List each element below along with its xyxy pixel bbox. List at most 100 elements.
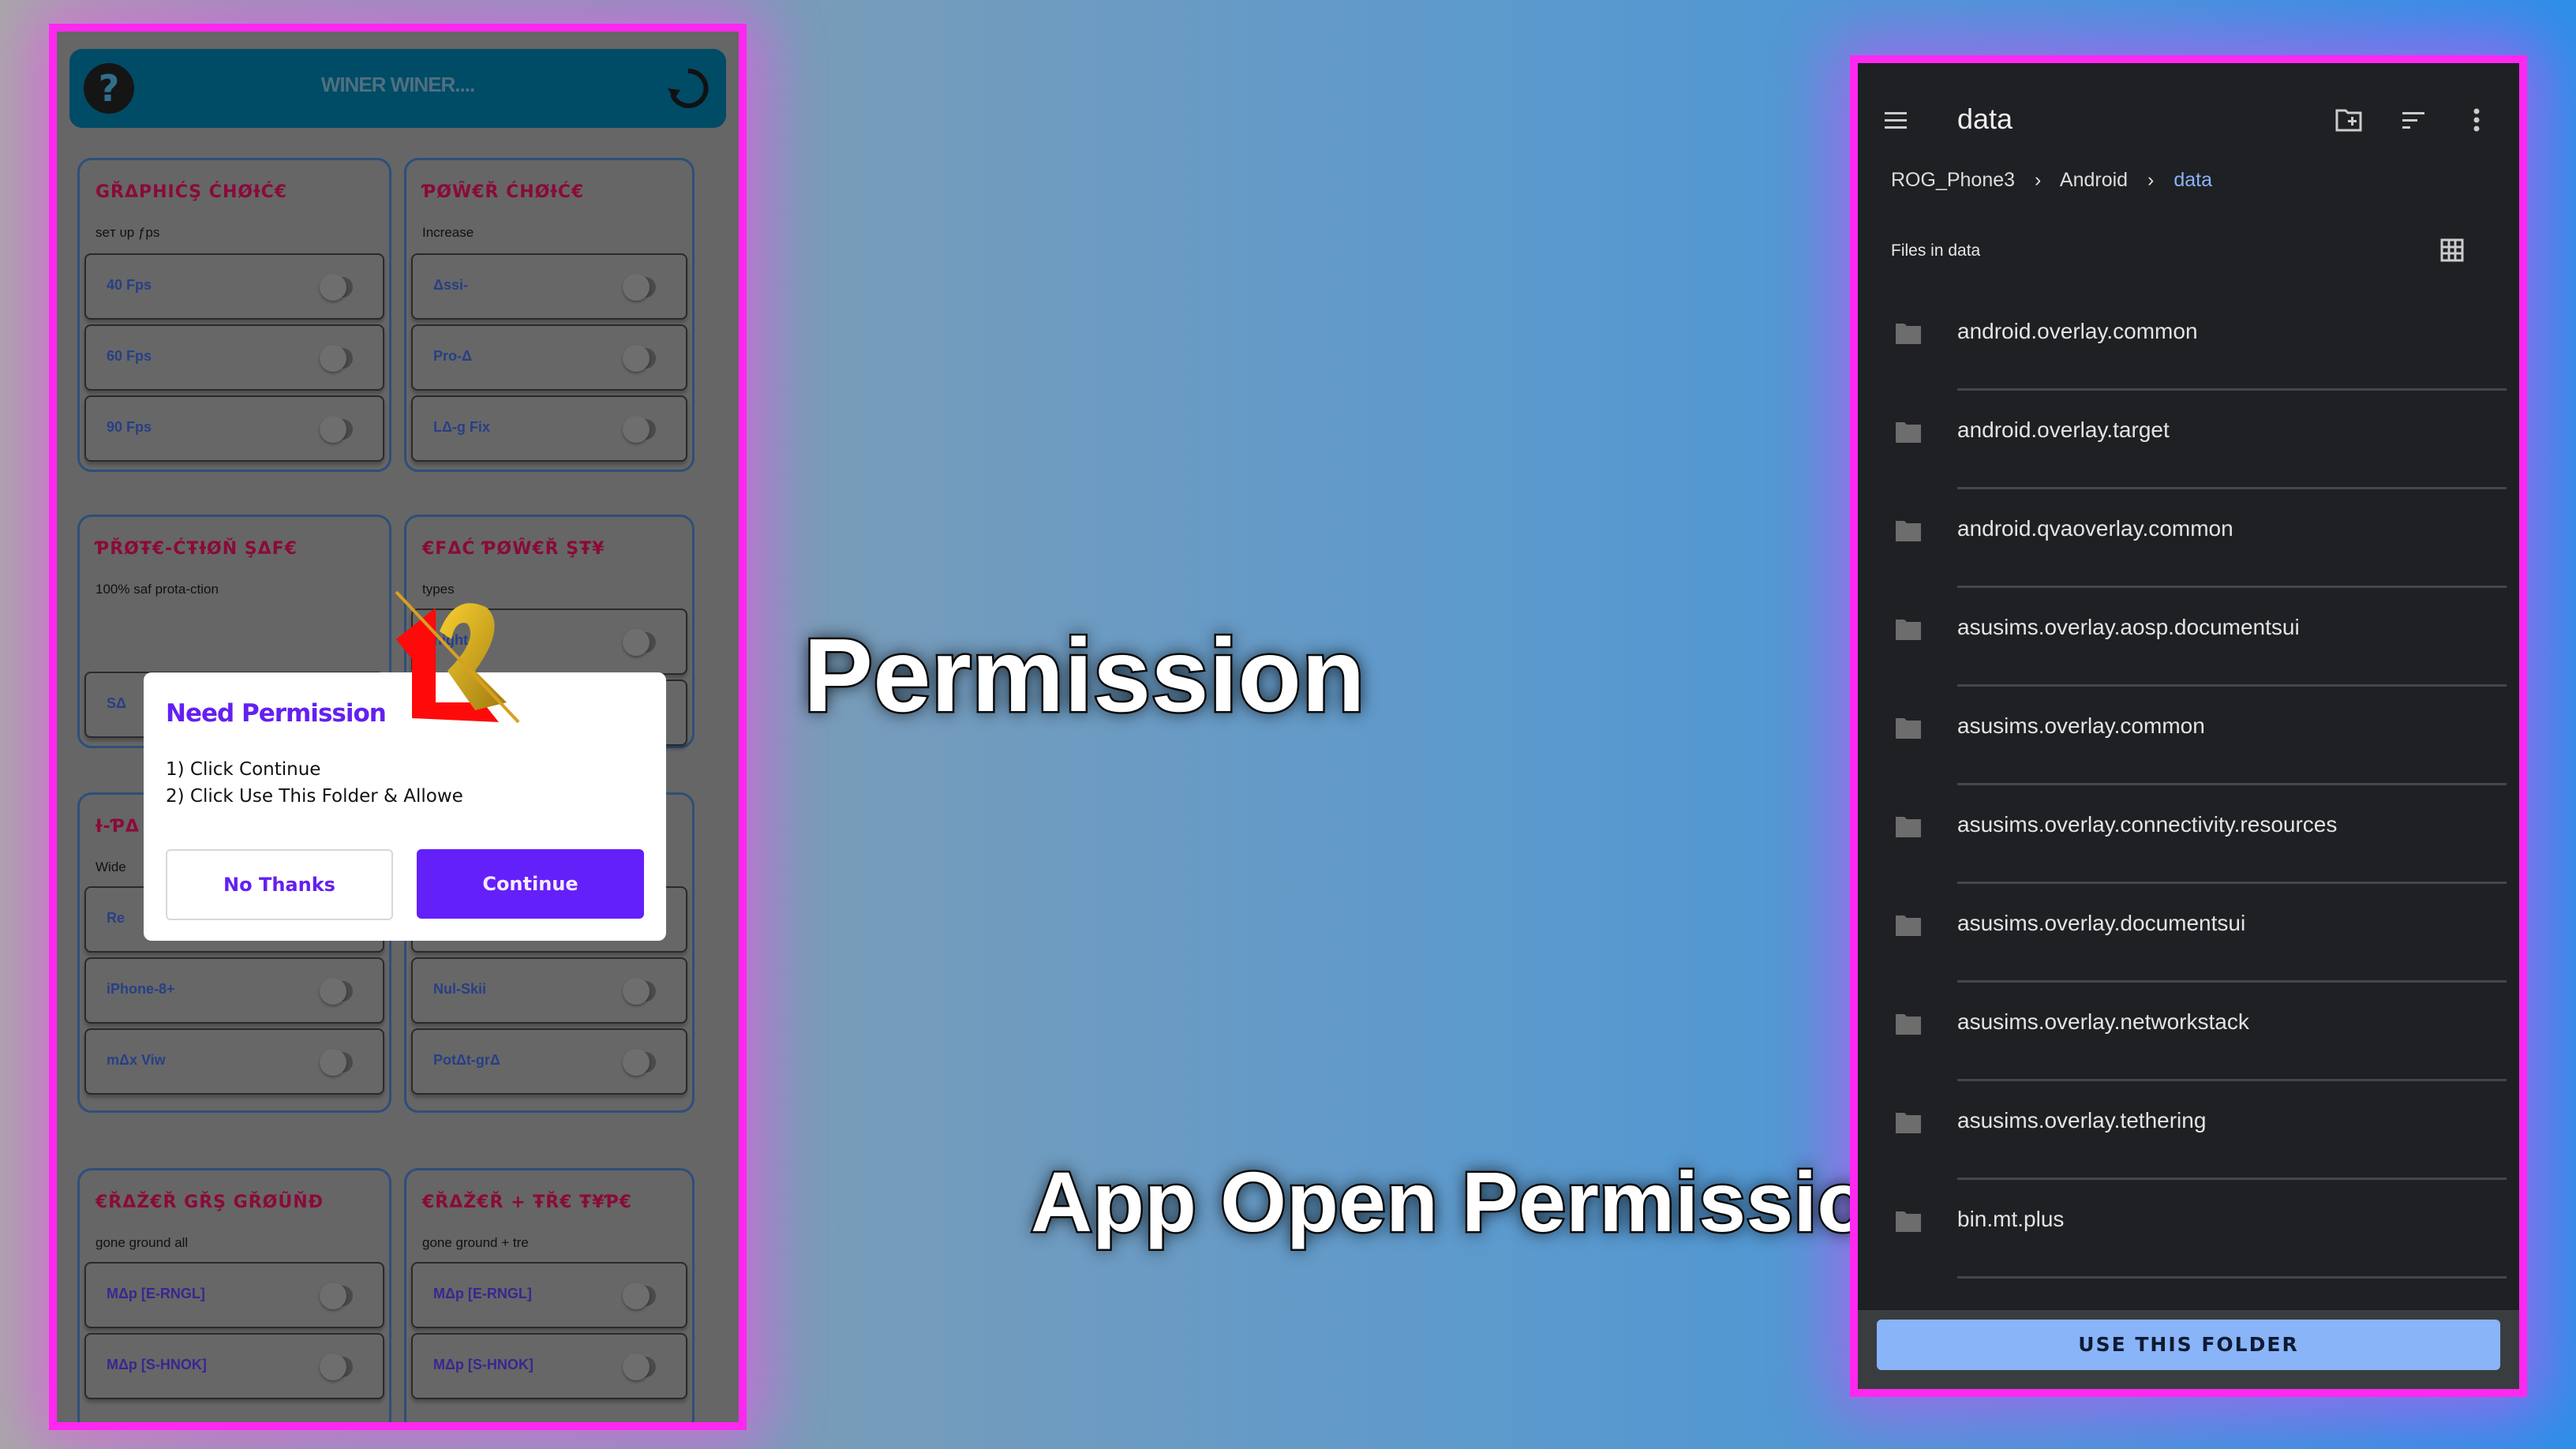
folder-icon: [1896, 915, 1921, 936]
dialog-step-1: 1) Click Continue: [166, 759, 321, 780]
toggle-row[interactable]: MΔp [E-RNGL]: [84, 1262, 384, 1328]
toggle-switch[interactable]: [320, 1354, 353, 1380]
file-list-item[interactable]: bin.mt.plus: [1858, 1180, 2519, 1279]
file-list-item[interactable]: android.qvaoverlay.common: [1858, 489, 2519, 588]
toggle-row[interactable]: iPhone-8+: [84, 957, 384, 1024]
new-folder-icon[interactable]: [2334, 106, 2363, 134]
file-name: asusims.overlay.tethering: [1957, 1108, 2207, 1133]
folder-icon: [1896, 1211, 1921, 1232]
card-title: ƤŘØŦ€-ĆŦƗØŇ ŞΔF€: [95, 539, 298, 559]
toggle-label: iPhone-8+: [107, 981, 175, 997]
chevron-right-icon: ›: [2035, 169, 2042, 191]
file-list-item[interactable]: asusims.overlay.tethering: [1858, 1081, 2519, 1180]
file-list-item[interactable]: asusims.overlay.connectivity.resources: [1858, 785, 2519, 884]
folder-icon: [1896, 1014, 1921, 1035]
toggle-switch[interactable]: [320, 345, 353, 372]
file-name: android.overlay.common: [1957, 319, 2198, 343]
more-options-icon[interactable]: [2462, 106, 2491, 134]
card-subtitle: 100% saf prota-ction: [95, 582, 219, 597]
file-name: android.overlay.target: [1957, 417, 2170, 442]
toggle-row[interactable]: 60 Fps: [84, 324, 384, 391]
toggle-label: MΔp [S-HNOK]: [433, 1357, 534, 1372]
toggle-row[interactable]: MΔp [E-RNGL]: [411, 1262, 687, 1328]
continue-button[interactable]: Continue: [417, 849, 644, 919]
file-list-item[interactable]: asusims.overlay.networkstack: [1858, 983, 2519, 1081]
folder-icon: [1896, 1113, 1921, 1133]
file-name: asusims.overlay.documentsui: [1957, 911, 2246, 935]
toggle-switch[interactable]: [623, 1049, 656, 1076]
toggle-label: Δssi-: [433, 277, 468, 293]
refresh-icon[interactable]: [665, 65, 712, 112]
menu-icon[interactable]: [1881, 106, 1910, 134]
file-name: asusims.overlay.networkstack: [1957, 1009, 2249, 1034]
card-subtitle: Increase: [422, 225, 474, 240]
no-thanks-button[interactable]: No Thanks: [166, 849, 393, 920]
toggle-row[interactable]: PotΔt-grΔ: [411, 1028, 687, 1095]
file-name: asusims.overlay.common: [1957, 713, 2205, 738]
toggle-label: mΔx Viw: [107, 1052, 166, 1068]
card-title: Ɨ-ƤΔ: [95, 817, 140, 837]
file-list-item[interactable]: asusims.overlay.aosp.documentsui: [1858, 588, 2519, 687]
grid-view-icon[interactable]: [2440, 238, 2464, 262]
toggle-label: LΔ-g Fix: [433, 419, 490, 435]
file-list-item[interactable]: android.overlay.common: [1858, 292, 2519, 391]
toggle-row[interactable]: LΔ-g Fix: [411, 395, 687, 462]
card-title: ƤØŴ€Ř ĆHØƗĆ€: [422, 182, 585, 202]
toggle-row[interactable]: mΔx Viw: [84, 1028, 384, 1095]
folder-title: data: [1957, 103, 2013, 135]
headline-permission: Permission: [802, 616, 1368, 736]
toggle-row[interactable]: Nul-Skii: [411, 957, 687, 1024]
toggle-switch[interactable]: [623, 345, 656, 372]
toggle-label: Pro-Δ: [433, 348, 472, 364]
card-subtitle: gone ground all: [95, 1235, 189, 1250]
toggle-switch[interactable]: [623, 1354, 656, 1380]
folder-icon: [1896, 521, 1921, 541]
breadcrumb-item-root[interactable]: ROG_Phone3: [1891, 169, 2015, 191]
toggle-switch[interactable]: [623, 978, 656, 1005]
toggle-switch[interactable]: [623, 1282, 656, 1309]
toggle-row[interactable]: 40 Fps: [84, 253, 384, 320]
toggle-row[interactable]: MΔp [S-HNOK]: [411, 1333, 687, 1399]
toggle-label: MΔp [E-RNGL]: [433, 1286, 532, 1301]
use-this-folder-button[interactable]: USE THIS FOLDER: [1877, 1320, 2500, 1370]
toggle-row[interactable]: MΔp [S-HNOK]: [84, 1333, 384, 1399]
card-title: €ŘΔŽ€Ř GŘŞ GŘØŨŇĐ: [95, 1193, 324, 1212]
chevron-right-icon: ›: [2147, 169, 2155, 191]
file-list-item[interactable]: asusims.overlay.common: [1858, 687, 2519, 785]
app-title: WINER WINER....: [320, 73, 475, 96]
toggle-switch[interactable]: [320, 1282, 353, 1309]
folder-icon: [1896, 817, 1921, 837]
sort-icon[interactable]: [2399, 106, 2428, 134]
toggle-switch[interactable]: [623, 274, 656, 301]
card-subtitle: seт υp ƒps: [95, 225, 160, 240]
breadcrumb-item-android[interactable]: Android: [2060, 169, 2128, 191]
toggle-switch[interactable]: [623, 416, 656, 443]
folder-icon: [1896, 718, 1921, 739]
feature-card: €ŘΔŽ€Ř GŘŞ GŘØŨŇĐ gone ground all MΔp [E-R…: [77, 1168, 391, 1422]
file-name: android.qvaoverlay.common: [1957, 516, 2233, 541]
toggle-row[interactable]: Pro-Δ: [411, 324, 687, 391]
toggle-row[interactable]: 90 Fps: [84, 395, 384, 462]
file-list-item[interactable]: asusims.overlay.documentsui: [1858, 884, 2519, 983]
toggle-label: PotΔt-grΔ: [433, 1052, 500, 1068]
dialog-step-2: 2) Click Use This Folder & Allowe: [166, 786, 463, 807]
toggle-row[interactable]: Δssi-: [411, 253, 687, 320]
number-12-logo-icon: [395, 590, 520, 724]
file-list-item[interactable]: android.overlay.target: [1858, 391, 2519, 489]
breadcrumb: ROG_Phone3 › Android › data: [1891, 169, 2226, 192]
toggle-label: Re: [107, 910, 125, 926]
toggle-switch[interactable]: [320, 978, 353, 1005]
breadcrumb-item-current[interactable]: data: [2174, 169, 2212, 191]
card-subtitle: Wide: [95, 859, 126, 874]
card-title: €ŘΔŽ€Ř + ŦŘ€ Ŧ¥Ƥ€: [422, 1193, 632, 1212]
file-name: asusims.overlay.connectivity.resources: [1957, 812, 2338, 837]
toggle-switch[interactable]: [320, 274, 353, 301]
toggle-switch[interactable]: [320, 1049, 353, 1076]
toggle-switch[interactable]: [320, 416, 353, 443]
card-title: €FΔĆ ƤØŴ€Ř ŞŦ¥: [422, 539, 605, 559]
toggle-switch[interactable]: [623, 629, 656, 656]
file-name: bin.mt.plus: [1957, 1207, 2065, 1231]
divider: [1957, 1276, 2507, 1279]
dialog-title: Need Permission: [166, 699, 387, 728]
left-phone-frame: ? WINER WINER.... GŘΔPHIĆŞ ĆHØƗĆ€ seт υp …: [49, 24, 747, 1430]
